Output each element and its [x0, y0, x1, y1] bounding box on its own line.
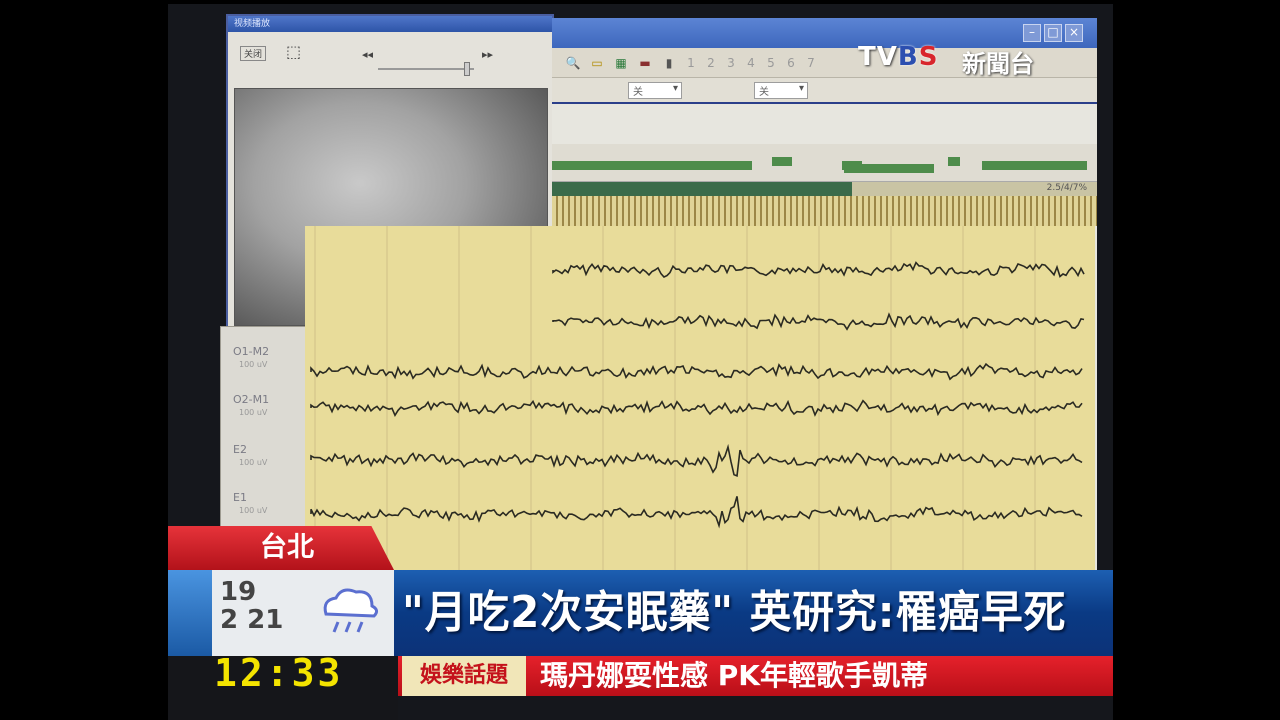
status-strip: 2.5/4/7%	[552, 182, 1097, 196]
video-seek-handle[interactable]	[464, 62, 470, 76]
page-7[interactable]: 7	[804, 56, 818, 70]
hypnogram-strip	[552, 144, 1097, 182]
logo-s: S	[918, 42, 939, 72]
channel-name: 新聞台	[962, 50, 1034, 78]
channel-scale: 100 uV	[239, 360, 268, 369]
logo-tv: TV	[858, 42, 898, 72]
page-2[interactable]: 2	[704, 56, 718, 70]
filter-select-2[interactable]: 关	[754, 81, 808, 99]
video-window-title: 视频播放	[228, 16, 552, 32]
weather-box: 19 2 21	[212, 570, 394, 656]
page-1[interactable]: 1	[684, 56, 698, 70]
video-seek-track[interactable]	[378, 68, 474, 70]
magnify-icon[interactable]: 🔍	[564, 55, 582, 71]
tvbs-logo: TVBS	[858, 42, 938, 72]
channel-scale: 100 uV	[239, 408, 268, 417]
cursor-icon: ⬚	[286, 42, 302, 61]
headline-text: "月吃2次安眠藥" 英研究:罹癌早死	[402, 587, 1067, 638]
measure-icon[interactable]: ▭	[588, 55, 606, 71]
channel-label-panel: O1-M2 100 uV O2-M1 100 uV E2 100 uV E1 1…	[220, 326, 308, 536]
channel-label: O2-M1	[233, 393, 270, 406]
channel-label: E2	[233, 443, 247, 456]
channel-label: O1-M2	[233, 345, 270, 358]
channel-scale: 100 uV	[239, 506, 268, 515]
status-value: 2.5/4/7%	[1046, 183, 1087, 193]
logo-b: B	[897, 42, 919, 72]
clock: 12:33	[214, 651, 344, 695]
close-button[interactable]: ×	[1065, 24, 1083, 42]
channel-label: E1	[233, 491, 247, 504]
channel-scale: 100 uV	[239, 458, 268, 467]
minimize-button[interactable]: –	[1023, 24, 1041, 42]
maximize-button[interactable]: □	[1044, 24, 1062, 42]
montage-icon[interactable]: ▦	[612, 55, 630, 71]
forward-button[interactable]: ▸▸	[482, 48, 493, 61]
epoch-tick-band	[552, 196, 1097, 226]
page-4[interactable]: 4	[744, 56, 758, 70]
eeg-trace-canvas	[305, 226, 1095, 586]
rain-cloud-icon	[323, 588, 379, 633]
event-icon[interactable]: ▬	[636, 55, 654, 71]
page-6[interactable]: 6	[784, 56, 798, 70]
location-tag: 台北	[168, 526, 394, 570]
video-close-button[interactable]: 关闭	[240, 46, 267, 61]
page-5[interactable]: 5	[764, 56, 778, 70]
bar-icon[interactable]: ▮	[660, 55, 678, 71]
ticker-text: 瑪丹娜耍性感 PK年輕歌手凱蒂	[540, 659, 928, 692]
filter-row: 关 关	[552, 78, 1097, 104]
blue-tab	[168, 570, 212, 656]
page-3[interactable]: 3	[724, 56, 738, 70]
ticker-category: 娛樂話題	[402, 656, 526, 696]
rewind-button[interactable]: ◂◂	[362, 48, 373, 61]
weather-text: 19 2 21	[220, 577, 284, 635]
video-controls: 关闭 ⬚ ◂◂ ▸▸	[228, 32, 552, 84]
filter-select-1[interactable]: 关	[628, 81, 682, 99]
